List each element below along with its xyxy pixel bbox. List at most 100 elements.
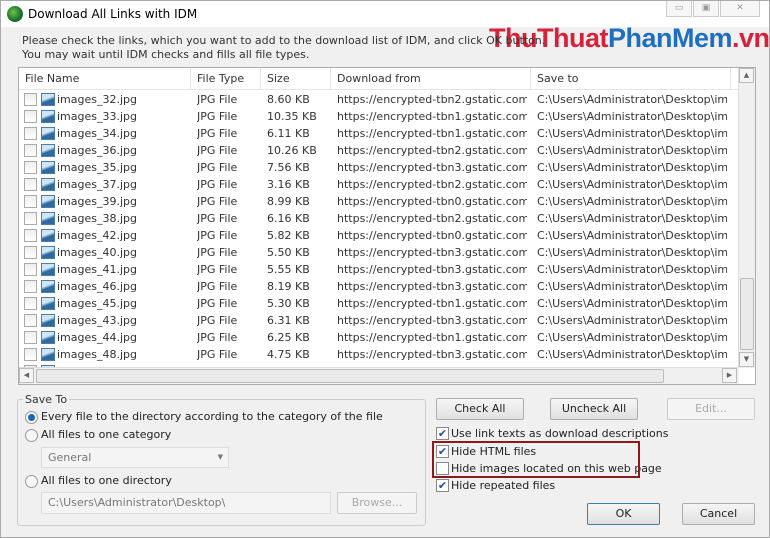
radio-one-directory-label[interactable]: All files to one directory (41, 474, 172, 487)
table-row[interactable]: images_48.jpg JPG File 4.75 KB https://encr… (19, 346, 739, 363)
option-checkbox[interactable]: ✔ (436, 479, 449, 492)
table-row[interactable]: images_45.jpg JPG File 5.30 KB https://encr… (19, 295, 739, 312)
table-row[interactable]: images_44.jpg JPG File 6.25 KB https://encr… (19, 329, 739, 346)
category-select[interactable]: General ▼ (41, 447, 229, 468)
cell-type: JPG File (197, 246, 238, 259)
image-file-icon (41, 178, 55, 191)
minimize-button[interactable]: ▭ (666, 1, 692, 17)
uncheck-all-button[interactable]: Uncheck All (550, 398, 638, 420)
column-header[interactable]: Download from (331, 68, 531, 90)
cell-name: images_43.jpg (57, 314, 138, 327)
cell-name: images_33.jpg (57, 110, 138, 123)
row-checkbox[interactable] (24, 263, 37, 276)
radio-one-category[interactable] (25, 429, 38, 442)
cell-from: https://encrypted-tbn0.gstatic.com/... (337, 229, 527, 242)
ok-button[interactable]: OK (587, 503, 660, 525)
radio-one-category-label[interactable]: All files to one category (41, 428, 171, 441)
image-file-icon (41, 161, 55, 174)
cell-type: JPG File (197, 195, 238, 208)
cell-name: images_46.jpg (57, 280, 138, 293)
table-row[interactable]: images_40.jpg JPG File 5.50 KB https://encr… (19, 244, 739, 261)
cell-from: https://encrypted-tbn3.gstatic.com/... (337, 280, 527, 293)
row-checkbox[interactable] (24, 178, 37, 191)
table-row[interactable]: images_43.jpg JPG File 6.31 KB https://encr… (19, 312, 739, 329)
cell-to: C:\Users\Administrator\Desktop\ima... (537, 263, 727, 276)
option-label[interactable]: Hide repeated files (451, 479, 555, 492)
table-row[interactable]: images_35.jpg JPG File 7.56 KB https://encr… (19, 159, 739, 176)
table-row[interactable]: images_42.jpg JPG File 5.82 KB https://encr… (19, 227, 739, 244)
table-row[interactable]: images_37.jpg JPG File 3.16 KB https://encr… (19, 176, 739, 193)
close-button[interactable]: ✕ (720, 1, 760, 17)
row-checkbox[interactable] (24, 280, 37, 293)
cell-type: JPG File (197, 110, 238, 123)
row-checkbox[interactable] (24, 212, 37, 225)
table-row[interactable]: images_41.jpg JPG File 5.55 KB https://encr… (19, 261, 739, 278)
cell-type: JPG File (197, 348, 238, 361)
row-checkbox[interactable] (24, 246, 37, 259)
vertical-scroll-thumb[interactable] (740, 278, 754, 350)
radio-category-dir[interactable] (25, 411, 38, 424)
cancel-button[interactable]: Cancel (682, 503, 755, 525)
cell-from: https://encrypted-tbn0.gstatic.com/... (337, 195, 527, 208)
horizontal-scroll-thumb[interactable] (36, 369, 664, 383)
cell-size: 5.82 KB (267, 229, 310, 242)
image-file-icon (41, 331, 55, 344)
table-row[interactable]: images_39.jpg JPG File 8.99 KB https://encr… (19, 193, 739, 210)
vertical-scrollbar[interactable]: ▲ ▼ (738, 68, 755, 368)
row-checkbox[interactable] (24, 314, 37, 327)
scroll-right-button[interactable]: ▶ (722, 368, 737, 383)
cell-name: images_45.jpg (57, 297, 138, 310)
edit-button[interactable]: Edit... (667, 398, 755, 420)
cell-name: images_35.jpg (57, 161, 138, 174)
cell-type: JPG File (197, 212, 238, 225)
image-file-icon (41, 195, 55, 208)
browse-button[interactable]: Browse... (337, 492, 417, 514)
row-checkbox[interactable] (24, 144, 37, 157)
maximize-button[interactable]: ▣ (693, 1, 719, 17)
table-header: File Name File Type Size Download from Save … (19, 68, 739, 90)
row-checkbox[interactable] (24, 331, 37, 344)
cell-name: images_39.jpg (57, 195, 138, 208)
image-file-icon (41, 297, 55, 310)
row-checkbox[interactable] (24, 297, 37, 310)
table-row[interactable]: images_38.jpg JPG File 6.16 KB https://encr… (19, 210, 739, 227)
radio-one-directory[interactable] (25, 475, 38, 488)
row-checkbox[interactable] (24, 195, 37, 208)
horizontal-scrollbar[interactable]: ◀ ▶ (19, 367, 739, 384)
scroll-up-button[interactable]: ▲ (739, 68, 754, 83)
row-checkbox[interactable] (24, 127, 37, 140)
table-row[interactable]: images_36.jpg JPG File 10.26 KB https://enc… (19, 142, 739, 159)
option-label[interactable]: Use link texts as download descriptions (451, 427, 668, 440)
cell-type: JPG File (197, 280, 238, 293)
row-checkbox[interactable] (24, 93, 37, 106)
row-checkbox[interactable] (24, 161, 37, 174)
row-checkbox[interactable] (24, 348, 37, 361)
cell-to: C:\Users\Administrator\Desktop\ima... (537, 280, 727, 293)
option-checkbox[interactable]: ✔ (436, 427, 449, 440)
cell-size: 8.60 KB (267, 93, 310, 106)
table-row[interactable]: images_33.jpg JPG File 10.35 KB https://enc… (19, 108, 739, 125)
cell-type: JPG File (197, 161, 238, 174)
check-all-button[interactable]: Check All (436, 398, 524, 420)
cell-size: 6.31 KB (267, 314, 310, 327)
column-header[interactable]: Save to (531, 68, 731, 90)
row-checkbox[interactable] (24, 229, 37, 242)
radio-category-dir-label[interactable]: Every file to the directory according to… (41, 410, 383, 423)
image-file-icon (41, 246, 55, 259)
table-row[interactable]: images_32.jpg JPG File 8.60 KB https://encr… (19, 91, 739, 108)
table-row[interactable]: images_46.jpg JPG File 8.19 KB https://encr… (19, 278, 739, 295)
column-header[interactable]: Size (261, 68, 331, 90)
scroll-down-button[interactable]: ▼ (739, 352, 754, 367)
table-row[interactable]: images_34.jpg JPG File 6.11 KB https://encr… (19, 125, 739, 142)
column-header[interactable]: File Name (19, 68, 191, 90)
directory-input[interactable]: C:\Users\Administrator\Desktop\ (41, 492, 331, 514)
row-checkbox[interactable] (24, 110, 37, 123)
cell-name: images_37.jpg (57, 178, 138, 191)
cell-type: JPG File (197, 314, 238, 327)
cell-from: https://encrypted-tbn2.gstatic.com/... (337, 93, 527, 106)
cell-to: C:\Users\Administrator\Desktop\ima... (537, 246, 727, 259)
scroll-left-button[interactable]: ◀ (19, 368, 34, 383)
column-header[interactable]: File Type (191, 68, 261, 90)
save-to-label: Save To (23, 393, 70, 406)
cell-type: JPG File (197, 178, 238, 191)
